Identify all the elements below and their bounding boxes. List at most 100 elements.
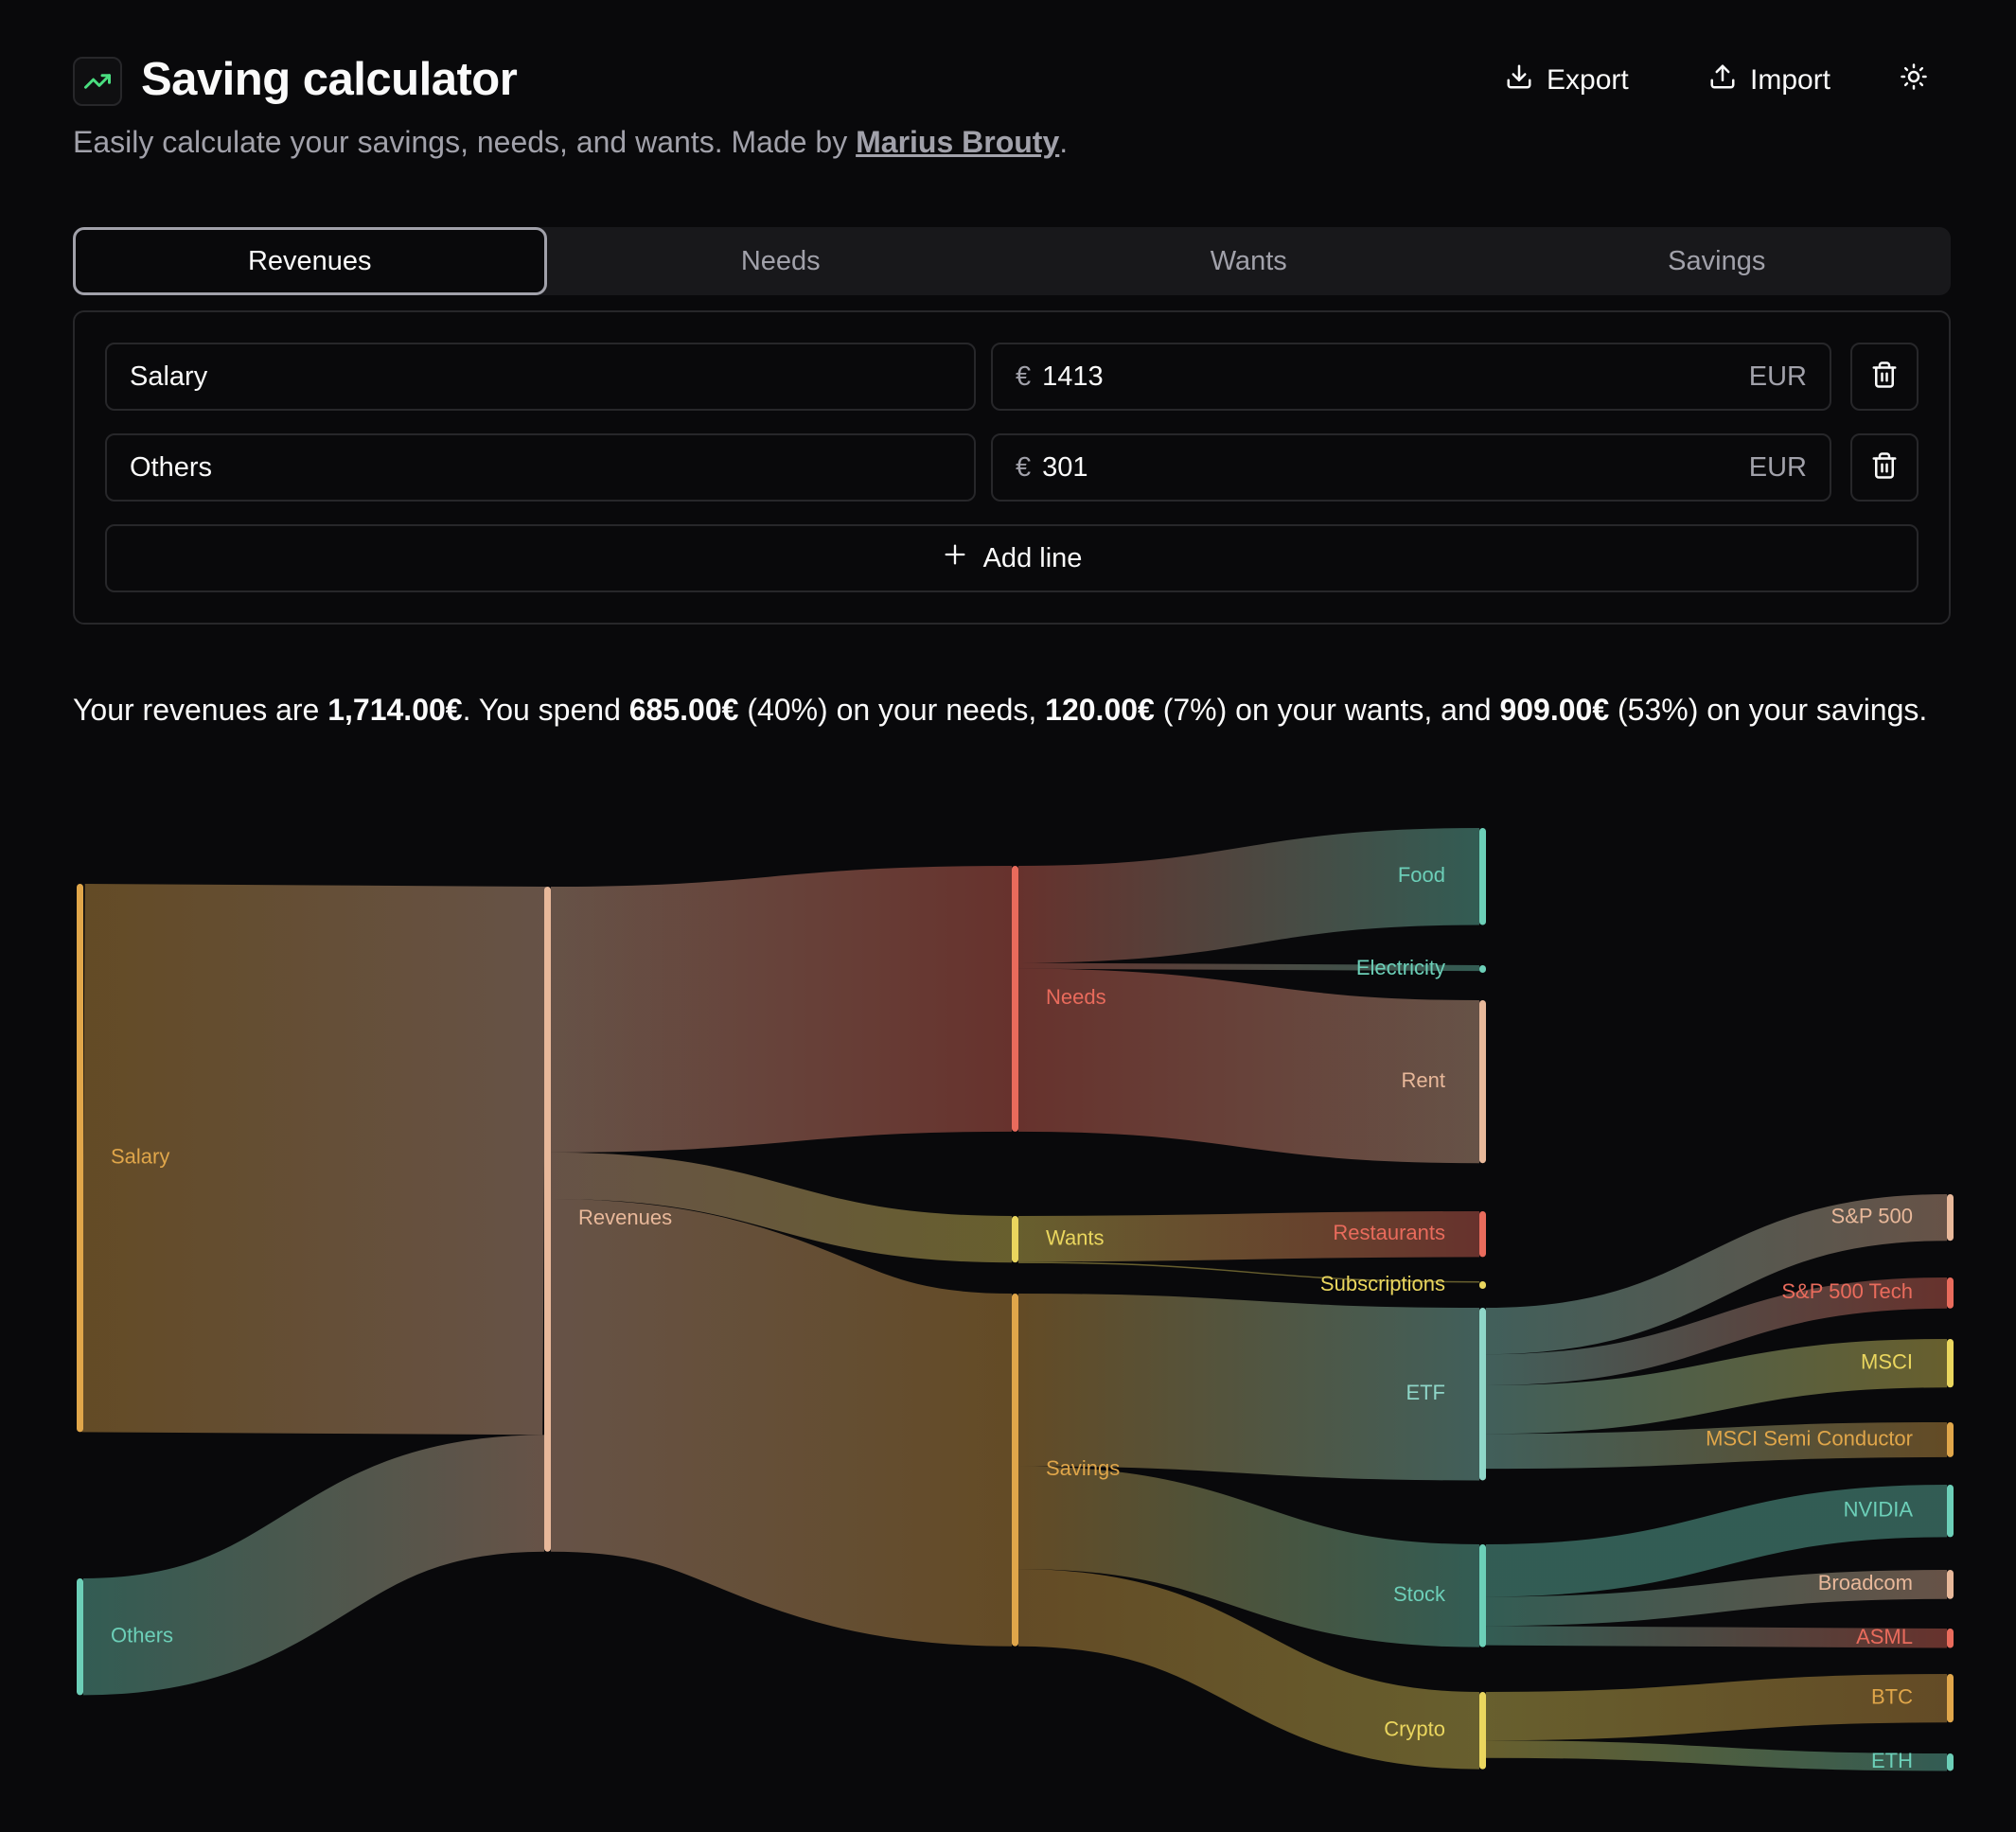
export-label: Export	[1547, 64, 1629, 96]
category-tabs: Revenues Needs Wants Savings	[73, 227, 1951, 295]
theme-toggle-button[interactable]	[1900, 62, 1928, 98]
summary-part: (40%) on your needs,	[738, 693, 1046, 727]
sankey-node-label: Electricity	[1356, 956, 1445, 979]
subtitle-text: Easily calculate your savings, needs, an…	[73, 125, 857, 159]
delete-line-button[interactable]	[1850, 343, 1919, 411]
sankey-node	[1947, 1194, 1954, 1242]
subtitle-end: .	[1059, 125, 1069, 159]
sankey-link	[1485, 1194, 1948, 1355]
add-line-label: Add line	[982, 542, 1083, 573]
sankey-node	[1947, 1674, 1954, 1723]
sankey-node	[1479, 828, 1486, 925]
line-name-value: Others	[130, 451, 213, 483]
app-header: Saving calculator Export Import	[73, 54, 1951, 112]
currency-symbol: €	[1016, 361, 1032, 392]
sankey-link	[550, 866, 1013, 1153]
add-line-button[interactable]: Add line	[105, 524, 1919, 592]
currency-code: EUR	[1748, 451, 1807, 483]
sankey-node	[77, 884, 83, 1433]
sankey-node-label: Broadcom	[1818, 1571, 1913, 1594]
summary-part: (53%) on your savings.	[1609, 693, 1928, 727]
tab-revenues[interactable]: Revenues	[73, 227, 547, 295]
sankey-node	[1947, 1629, 1954, 1648]
sankey-chart: Salary Others Revenues Needs Wants Savings Foo…	[77, 828, 1954, 1772]
summary-wants: 120.00€	[1045, 693, 1155, 727]
tab-savings[interactable]: Savings	[1483, 227, 1952, 295]
summary-text: Your revenues are 1,714.00€. You spend 6…	[73, 687, 1951, 732]
sankey-node-label: BTC	[1871, 1684, 1913, 1708]
sankey-node	[1947, 1485, 1954, 1538]
sankey-node-label: Others	[111, 1624, 173, 1647]
trash-icon	[1870, 451, 1899, 484]
sun-icon	[1900, 62, 1928, 98]
sankey-node-label: Needs	[1046, 985, 1106, 1009]
export-button[interactable]: Export	[1505, 62, 1629, 98]
sankey-node	[1947, 1422, 1954, 1457]
sankey-node-label: Restaurants	[1333, 1221, 1445, 1244]
line-name-input[interactable]: Others	[105, 433, 976, 502]
sankey-node-label: ASML	[1856, 1625, 1913, 1648]
summary-part: Your revenues are	[73, 693, 328, 727]
sankey-node-label: Savings	[1046, 1456, 1120, 1480]
sankey-node-label: Revenues	[578, 1206, 672, 1229]
tab-wants[interactable]: Wants	[1015, 227, 1483, 295]
sankey-node-label: Stock	[1393, 1582, 1446, 1606]
sankey-node	[1479, 1544, 1486, 1647]
sankey-link	[548, 1199, 1015, 1647]
summary-part: . You spend	[462, 693, 629, 727]
summary-revenues: 1,714.00€	[327, 693, 463, 727]
sankey-node	[1479, 965, 1486, 973]
sankey-node	[1012, 866, 1018, 1132]
summary-needs: 685.00€	[628, 693, 739, 727]
summary-part: (7%) on your wants, and	[1154, 693, 1500, 727]
sankey-node	[544, 887, 551, 1552]
line-amount-input[interactable]: € 301 EUR	[991, 433, 1831, 502]
sankey-node-label: S&P 500	[1831, 1204, 1913, 1227]
sankey-node	[1479, 1211, 1486, 1258]
plus-icon	[942, 541, 968, 575]
sankey-node-label: S&P 500 Tech	[1781, 1279, 1913, 1303]
sankey-node	[1479, 1000, 1486, 1164]
sankey-node	[1947, 1753, 1954, 1771]
line-amount-input[interactable]: € 1413 EUR	[991, 343, 1831, 411]
line-name-input[interactable]: Salary	[105, 343, 976, 411]
sankey-node-label: NVIDIA	[1844, 1497, 1914, 1521]
page-subtitle: Easily calculate your savings, needs, an…	[73, 125, 1068, 160]
sankey-node	[1479, 1281, 1486, 1289]
sankey-node-label: MSCI	[1861, 1349, 1913, 1373]
trending-up-icon	[73, 57, 122, 106]
sankey-node-label: Subscriptions	[1320, 1272, 1445, 1295]
sankey-node-label: ETH	[1871, 1749, 1913, 1772]
sankey-node	[77, 1578, 83, 1696]
import-button[interactable]: Import	[1708, 62, 1830, 98]
delete-line-button[interactable]	[1850, 433, 1919, 502]
currency-symbol: €	[1016, 451, 1032, 483]
download-icon	[1505, 62, 1533, 98]
sankey-node	[1479, 1692, 1486, 1770]
sankey-node-label: Crypto	[1384, 1718, 1445, 1741]
import-label: Import	[1750, 64, 1831, 96]
sankey-node	[1947, 1570, 1954, 1599]
sankey-node-label: MSCI Semi Conductor	[1706, 1426, 1913, 1450]
sankey-node-label: Wants	[1046, 1225, 1105, 1249]
sankey-node	[1012, 1294, 1018, 1647]
upload-icon	[1708, 62, 1737, 98]
sankey-node-label: Food	[1398, 863, 1445, 887]
tab-needs[interactable]: Needs	[547, 227, 1016, 295]
summary-savings: 909.00€	[1499, 693, 1610, 727]
sankey-node-label: Rent	[1402, 1068, 1445, 1092]
sankey-node-label: Salary	[111, 1144, 169, 1168]
line-name-value: Salary	[130, 361, 208, 392]
trash-icon	[1870, 361, 1899, 394]
page-title: Saving calculator	[141, 54, 518, 105]
line-amount-value: 301	[1042, 451, 1088, 483]
sankey-node	[1479, 1308, 1486, 1481]
sankey-link	[82, 1435, 545, 1696]
sankey-node	[1947, 1339, 1954, 1388]
currency-code: EUR	[1748, 361, 1807, 392]
sankey-node-label: ETF	[1406, 1381, 1445, 1404]
author-link[interactable]: Marius Brouty	[856, 125, 1059, 159]
sankey-node	[1012, 1216, 1018, 1263]
revenues-panel: Salary € 1413 EUR Others € 301 EUR Add l…	[73, 310, 1951, 625]
sankey-node	[1947, 1277, 1954, 1309]
